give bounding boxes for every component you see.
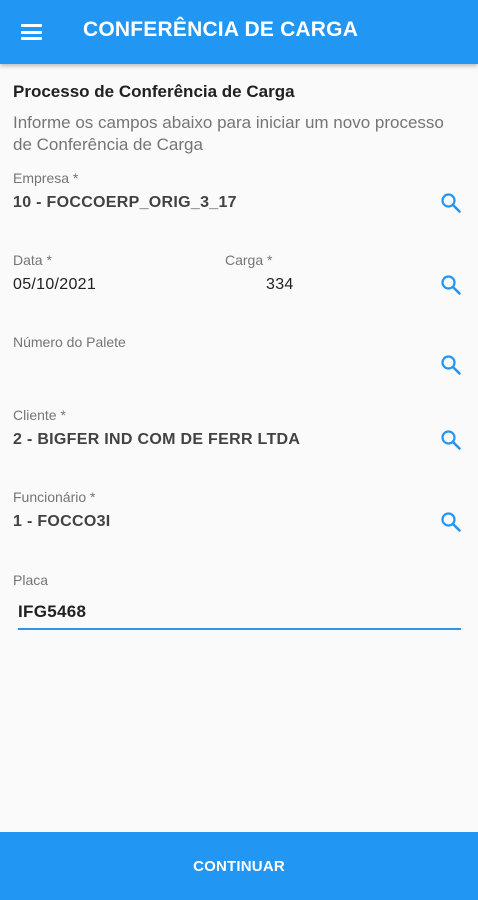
- empresa-value[interactable]: 10 - FOCCOERP_ORIG_3_17: [13, 194, 237, 212]
- carga-value[interactable]: 334: [266, 276, 294, 294]
- cliente-search-icon[interactable]: [436, 425, 466, 455]
- page-title: CONFERÊNCIA DE CARGA: [83, 18, 359, 41]
- cliente-label: Cliente *: [13, 407, 66, 423]
- palete-label: Número do Palete: [13, 334, 126, 350]
- form-title: Processo de Conferência de Carga: [13, 82, 295, 101]
- palete-search-icon[interactable]: [436, 350, 466, 380]
- hamburger-menu-icon[interactable]: [20, 20, 44, 44]
- form-description: Informe os campos abaixo para iniciar um…: [13, 113, 444, 154]
- data-value[interactable]: 05/10/2021: [13, 276, 96, 294]
- funcionario-label: Funcionário *: [13, 489, 96, 505]
- funcionario-search-icon[interactable]: [436, 507, 466, 537]
- carga-search-icon[interactable]: [436, 270, 466, 300]
- app-bar: CONFERÊNCIA DE CARGA: [0, 0, 478, 64]
- carga-label: Carga *: [225, 252, 273, 268]
- continue-button[interactable]: CONTINUAR: [0, 832, 478, 900]
- cliente-value[interactable]: 2 - BIGFER IND COM DE FERR LTDA: [13, 431, 300, 449]
- funcionario-value[interactable]: 1 - FOCCO3I: [13, 513, 111, 531]
- empresa-search-icon[interactable]: [436, 188, 466, 218]
- data-label: Data *: [13, 252, 52, 268]
- placa-label: Placa: [13, 572, 49, 588]
- placa-input[interactable]: [18, 600, 461, 630]
- empresa-label: Empresa *: [13, 170, 79, 186]
